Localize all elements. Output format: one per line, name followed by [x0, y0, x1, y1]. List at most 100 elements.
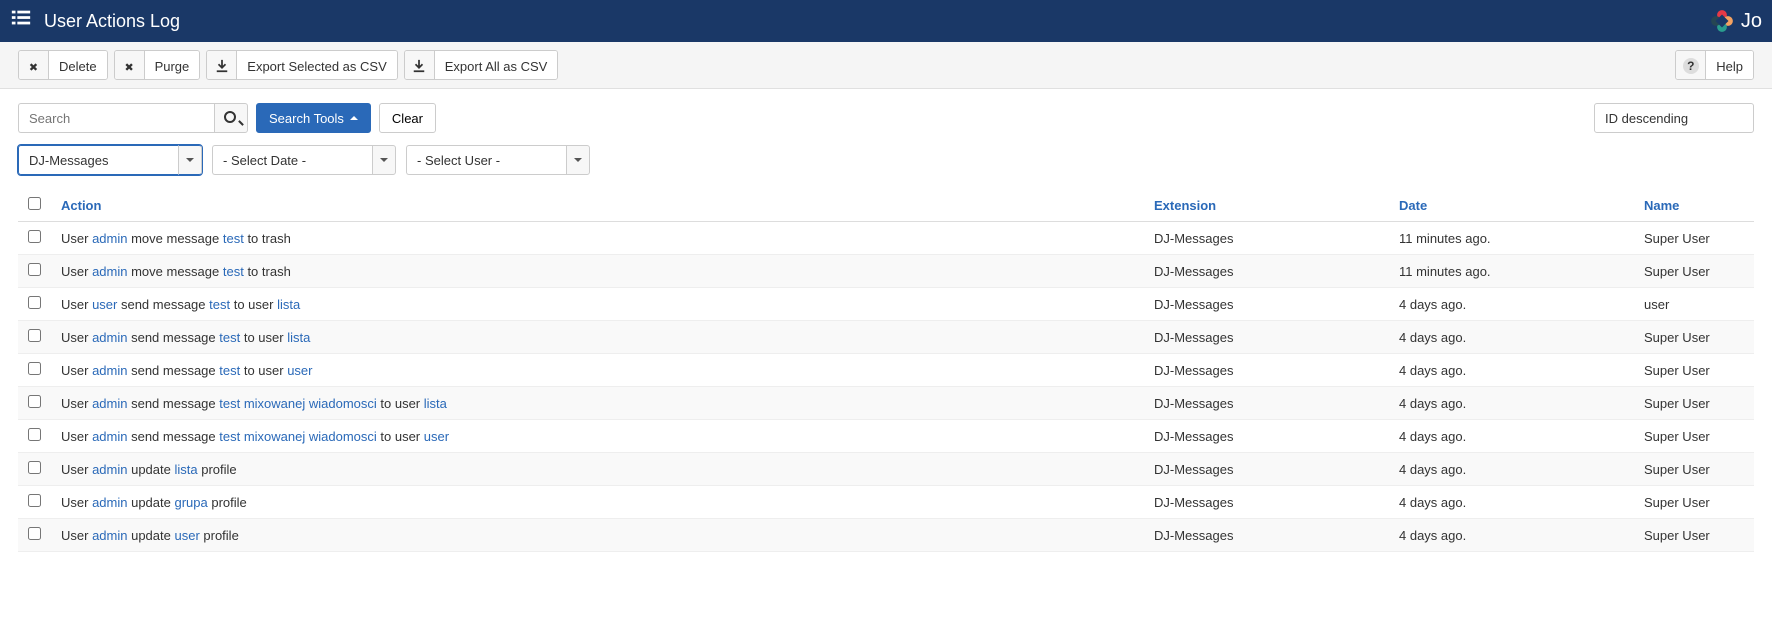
row-checkbox[interactable]: [28, 461, 41, 474]
action-link[interactable]: test: [219, 330, 240, 345]
action-link[interactable]: lista: [424, 396, 447, 411]
date-cell: 4 days ago.: [1389, 321, 1634, 354]
date-cell: 4 days ago.: [1389, 420, 1634, 453]
action-cell: User admin update lista profile: [51, 453, 1144, 486]
col-extension[interactable]: Extension: [1144, 189, 1389, 222]
name-cell: Super User: [1634, 222, 1754, 255]
export-selected-button[interactable]: Export Selected as CSV: [206, 50, 397, 80]
sort-select[interactable]: ID descending: [1594, 103, 1754, 133]
search-icon: [224, 111, 238, 126]
help-button[interactable]: Help: [1675, 50, 1754, 80]
row-checkbox[interactable]: [28, 428, 41, 441]
purge-button[interactable]: Purge: [114, 50, 201, 80]
name-cell: Super User: [1634, 354, 1754, 387]
action-link[interactable]: grupa: [174, 495, 207, 510]
table-row: User admin send message test mixowanej w…: [18, 387, 1754, 420]
delete-button[interactable]: Delete: [18, 50, 108, 80]
action-link[interactable]: lista: [287, 330, 310, 345]
action-link[interactable]: admin: [92, 528, 127, 543]
table-row: User admin send message test to user use…: [18, 354, 1754, 387]
name-cell: Super User: [1634, 519, 1754, 552]
action-link[interactable]: user: [424, 429, 449, 444]
filter-user[interactable]: - Select User -: [406, 145, 590, 175]
name-cell: Super User: [1634, 420, 1754, 453]
row-checkbox[interactable]: [28, 362, 41, 375]
chevron-down-icon: [566, 145, 590, 175]
date-cell: 4 days ago.: [1389, 354, 1634, 387]
action-link[interactable]: admin: [92, 231, 127, 246]
action-cell: User admin move message test to trash: [51, 255, 1144, 288]
menu-icon[interactable]: [10, 7, 32, 35]
search-button[interactable]: [214, 103, 248, 133]
action-link[interactable]: test mixowanej wiadomosci: [219, 396, 377, 411]
col-action[interactable]: Action: [51, 189, 1144, 222]
row-checkbox[interactable]: [28, 230, 41, 243]
extension-cell: DJ-Messages: [1144, 387, 1389, 420]
action-link[interactable]: admin: [92, 429, 127, 444]
search-tools-button[interactable]: Search Tools: [256, 103, 371, 133]
col-name[interactable]: Name: [1634, 189, 1754, 222]
name-cell: user: [1634, 288, 1754, 321]
table-row: User admin update user profileDJ-Message…: [18, 519, 1754, 552]
row-checkbox[interactable]: [28, 494, 41, 507]
row-checkbox[interactable]: [28, 263, 41, 276]
action-link[interactable]: admin: [92, 495, 127, 510]
action-cell: User admin update user profile: [51, 519, 1144, 552]
action-link[interactable]: admin: [92, 396, 127, 411]
action-link[interactable]: admin: [92, 363, 127, 378]
row-checkbox[interactable]: [28, 527, 41, 540]
table-row: User admin update lista profileDJ-Messag…: [18, 453, 1754, 486]
date-cell: 11 minutes ago.: [1389, 255, 1634, 288]
date-cell: 4 days ago.: [1389, 453, 1634, 486]
action-link[interactable]: user: [287, 363, 312, 378]
help-icon: [1676, 51, 1706, 80]
caret-up-icon: [350, 116, 358, 120]
filter-date[interactable]: - Select Date -: [212, 145, 396, 175]
extension-cell: DJ-Messages: [1144, 420, 1389, 453]
action-link[interactable]: lista: [174, 462, 197, 477]
row-checkbox[interactable]: [28, 395, 41, 408]
select-all-checkbox[interactable]: [28, 197, 41, 210]
action-link[interactable]: user: [92, 297, 117, 312]
date-cell: 11 minutes ago.: [1389, 222, 1634, 255]
action-link[interactable]: test: [219, 363, 240, 378]
action-link[interactable]: admin: [92, 330, 127, 345]
date-cell: 4 days ago.: [1389, 387, 1634, 420]
action-link[interactable]: lista: [277, 297, 300, 312]
app-header: User Actions Log Jo: [0, 0, 1772, 42]
log-table: Action Extension Date Name User admin mo…: [18, 189, 1754, 552]
extension-cell: DJ-Messages: [1144, 255, 1389, 288]
filter-extension[interactable]: DJ-Messages: [18, 145, 202, 175]
action-link[interactable]: test mixowanej wiadomosci: [219, 429, 377, 444]
x-icon: [115, 51, 145, 80]
extension-cell: DJ-Messages: [1144, 486, 1389, 519]
brand-text: Jo: [1741, 10, 1762, 33]
name-cell: Super User: [1634, 387, 1754, 420]
action-cell: User admin send message test mixowanej w…: [51, 387, 1144, 420]
action-link[interactable]: test: [223, 231, 244, 246]
action-cell: User admin move message test to trash: [51, 222, 1144, 255]
export-all-button[interactable]: Export All as CSV: [404, 50, 559, 80]
x-icon: [19, 51, 49, 80]
extension-cell: DJ-Messages: [1144, 288, 1389, 321]
row-checkbox[interactable]: [28, 329, 41, 342]
action-link[interactable]: admin: [92, 264, 127, 279]
clear-button[interactable]: Clear: [379, 103, 436, 133]
name-cell: Super User: [1634, 321, 1754, 354]
name-cell: Super User: [1634, 486, 1754, 519]
action-link[interactable]: test: [209, 297, 230, 312]
action-link[interactable]: admin: [92, 462, 127, 477]
action-cell: User admin update grupa profile: [51, 486, 1144, 519]
search-input[interactable]: [18, 103, 214, 133]
table-row: User admin send message test mixowanej w…: [18, 420, 1754, 453]
action-cell: User user send message test to user list…: [51, 288, 1144, 321]
date-cell: 4 days ago.: [1389, 519, 1634, 552]
col-date[interactable]: Date: [1389, 189, 1634, 222]
action-link[interactable]: user: [174, 528, 199, 543]
table-row: User admin move message test to trashDJ-…: [18, 222, 1754, 255]
name-cell: Super User: [1634, 453, 1754, 486]
action-link[interactable]: test: [223, 264, 244, 279]
action-cell: User admin send message test to user use…: [51, 354, 1144, 387]
row-checkbox[interactable]: [28, 296, 41, 309]
extension-cell: DJ-Messages: [1144, 519, 1389, 552]
